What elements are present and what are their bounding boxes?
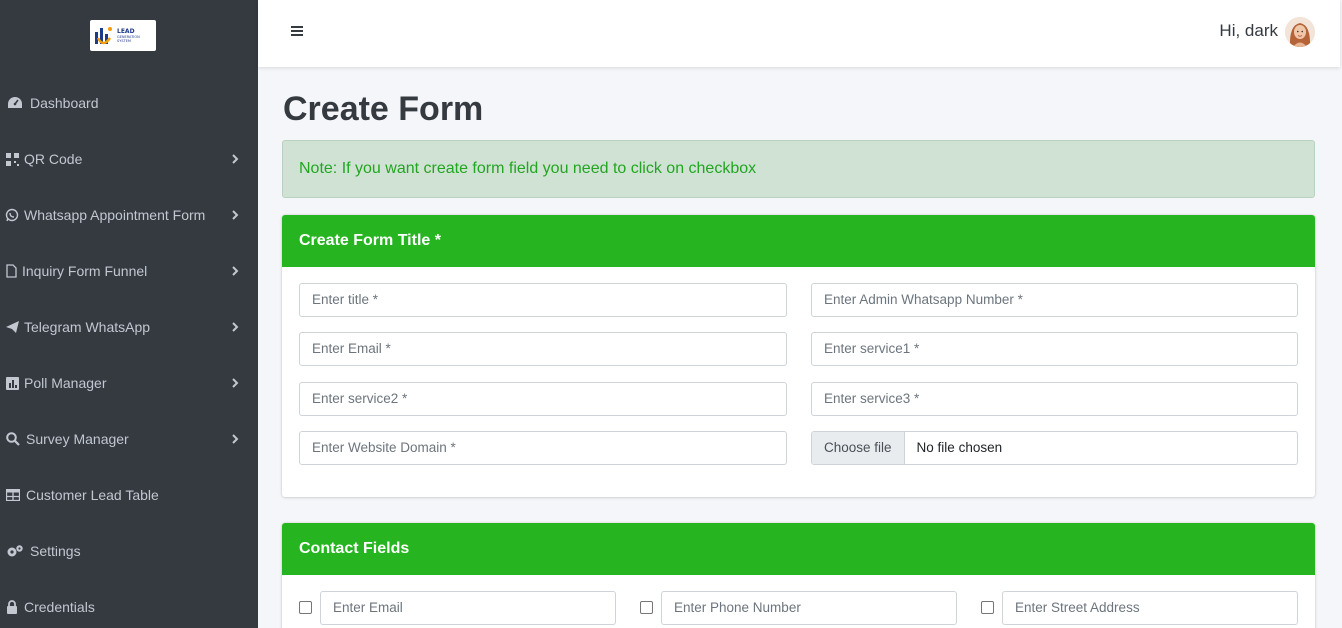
avatar[interactable] [1285, 17, 1315, 47]
service2-input[interactable]: Enter service2 * [299, 382, 787, 416]
sidebar-item-credentials[interactable]: Credentials [0, 587, 258, 627]
page-title: Create Form [283, 90, 484, 128]
sidebar-item-label: Whatsapp Appointment Form [24, 207, 206, 223]
info-note: Note: If you want create form field you … [282, 140, 1315, 198]
service3-input[interactable]: Enter service3 * [811, 382, 1298, 416]
telegram-icon [0, 321, 24, 333]
poll-icon [0, 376, 24, 390]
sidebar-item-customer-lead-table[interactable]: Customer Lead Table [0, 475, 258, 515]
sidebar-item-inquiry-form-funnel[interactable]: Inquiry Form Funnel [0, 251, 258, 291]
admin-whatsapp-input[interactable]: Enter Admin Whatsapp Number * [811, 283, 1298, 317]
sidebar-item-label: Poll Manager [24, 375, 107, 391]
chevron-right-icon [228, 376, 242, 390]
topbar: Hi, dark [258, 0, 1340, 67]
chevron-right-icon [228, 320, 242, 334]
contact-address-checkbox[interactable] [981, 601, 994, 614]
contact-address-input[interactable]: Enter Street Address [1002, 591, 1298, 625]
contact-email-checkbox[interactable] [299, 601, 312, 614]
sidebar-item-label: Dashboard [30, 95, 99, 111]
dashboard-icon [0, 96, 30, 110]
website-domain-input[interactable]: Enter Website Domain * [299, 431, 787, 465]
file-status: No file chosen [916, 440, 1003, 455]
email-input[interactable]: Enter Email * [299, 332, 787, 366]
chevron-right-icon [228, 432, 242, 446]
sidebar-item-whatsapp-appointment-form[interactable]: Whatsapp Appointment Form [0, 195, 258, 235]
chevron-right-icon [228, 152, 242, 166]
logo-text: LEAD GENERATION SYSTEM [117, 27, 140, 43]
user-greeting[interactable]: Hi, dark [1219, 21, 1278, 41]
choose-file-button[interactable]: Choose file [812, 432, 905, 464]
sidebar-item-label: Survey Manager [26, 431, 129, 447]
sidebar-item-dashboard[interactable]: Dashboard [0, 83, 258, 123]
sidebar-item-telegram-whatsapp[interactable]: Telegram WhatsApp [0, 307, 258, 347]
sidebar-item-survey-manager[interactable]: Survey Manager [0, 419, 258, 459]
chevron-right-icon [228, 264, 242, 278]
lock-icon [0, 600, 24, 614]
sidebar-item-poll-manager[interactable]: Poll Manager [0, 363, 258, 403]
file-upload-field[interactable]: Choose file No file chosen [811, 431, 1298, 465]
card-header-contact: Contact Fields [282, 523, 1315, 575]
sidebar-item-label: Inquiry Form Funnel [22, 263, 148, 279]
file-icon [0, 264, 22, 278]
service1-input[interactable]: Enter service1 * [811, 332, 1298, 366]
contact-email-input[interactable]: Enter Email [320, 591, 616, 625]
sidebar-item-qr-code[interactable]: QR Code [0, 139, 258, 179]
sidebar-item-label: QR Code [24, 151, 83, 167]
sidebar-item-label: Credentials [24, 599, 95, 615]
title-input[interactable]: Enter title * [299, 283, 787, 317]
table-icon [0, 489, 26, 501]
sidebar-item-settings[interactable]: Settings [0, 531, 258, 571]
gears-icon [0, 544, 30, 558]
chevron-right-icon [228, 208, 242, 222]
whatsapp-icon [0, 208, 24, 222]
sidebar-item-label: Customer Lead Table [26, 487, 159, 503]
sidebar-item-label: Telegram WhatsApp [24, 319, 151, 335]
card-header-title: Create Form Title * [282, 215, 1315, 267]
contact-phone-input[interactable]: Enter Phone Number [661, 591, 957, 625]
logo-mark-icon [94, 24, 114, 48]
contact-phone-checkbox[interactable] [640, 601, 653, 614]
sidebar-item-label: Settings [30, 543, 81, 559]
qr-code-icon [0, 152, 24, 166]
menu-toggle-icon[interactable] [290, 24, 304, 38]
sidebar: LEAD GENERATION SYSTEM Dashboard QR Code… [0, 0, 258, 628]
search-icon [0, 432, 26, 446]
brand-logo[interactable]: LEAD GENERATION SYSTEM [90, 20, 156, 51]
